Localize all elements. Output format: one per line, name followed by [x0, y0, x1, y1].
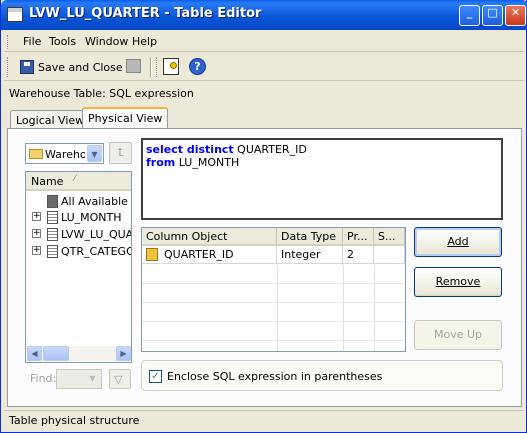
remove-button-label: Remove [435, 275, 481, 288]
properties-icon[interactable] [163, 58, 179, 75]
grid-empty-rows [142, 265, 405, 351]
sql-keyword: from [146, 156, 176, 169]
remove-button[interactable]: Remove [414, 267, 502, 297]
toolbar: Save and Close ? [4, 53, 524, 81]
column-header-type[interactable]: Data Type [277, 228, 343, 246]
table-tree[interactable]: Name ⁄ All Available Ta + LU_MONTH + LVW… [25, 171, 132, 363]
sql-expression-editor[interactable]: select distinct QUARTER_ID from LU_MONTH [141, 138, 503, 220]
title-bar[interactable]: LVW_LU_QUARTER - Table Editor _ □ ✕ [1, 0, 527, 30]
enclose-parentheses-label[interactable]: Enclose SQL expression in parentheses [167, 370, 382, 383]
add-button[interactable]: Add [414, 227, 502, 257]
table-editor-icon [7, 7, 23, 22]
menu-tools[interactable]: Tools [49, 35, 76, 48]
expand-icon[interactable]: + [32, 212, 41, 221]
warehouse-combo-value: Wareho [45, 148, 85, 161]
tab-logical-view[interactable]: Logical View [10, 110, 91, 130]
scroll-thumb[interactable] [43, 346, 69, 361]
menu-grip [7, 35, 10, 49]
help-icon[interactable]: ? [189, 58, 206, 75]
tree-item-label: All Available Ta [61, 195, 131, 208]
filter-icon: ▽ [114, 373, 123, 386]
menu-help[interactable]: Help [132, 35, 157, 48]
column-grid[interactable]: Column Object Data Type Pr... S... QUART… [141, 227, 406, 352]
sort-icon: ⁄ [74, 174, 76, 184]
warehouse-table-label: Warehouse Table: SQL expression [9, 87, 194, 100]
tree-header[interactable]: Name ⁄ [26, 172, 131, 191]
tree-item-label: QTR_CATEGOR [61, 245, 131, 258]
save-and-close-button[interactable]: Save and Close [20, 57, 123, 77]
sql-keyword: select distinct [146, 143, 234, 156]
chevron-down-icon[interactable]: ▼ [85, 371, 100, 387]
folder-icon [29, 149, 43, 159]
save-icon [20, 60, 34, 74]
all-tables-icon [47, 195, 58, 208]
menu-bar: File Tools Window Help [4, 32, 524, 52]
table-icon [47, 245, 58, 258]
table-icon [47, 211, 58, 224]
enclose-option-group: ✓ Enclose SQL expression in parentheses [141, 360, 503, 391]
move-up-button[interactable]: Move Up [414, 320, 502, 350]
grid-divider [343, 265, 344, 351]
horizontal-scrollbar[interactable]: ◀ ▶ [27, 346, 131, 361]
toolbar-grip-2 [156, 57, 159, 77]
column-header-object[interactable]: Column Object [142, 228, 277, 246]
save-and-close-label: Save and Close [38, 60, 123, 74]
scroll-right-icon[interactable]: ▶ [116, 346, 131, 361]
table-icon [47, 228, 58, 241]
cell-precision[interactable]: 2 [343, 246, 374, 264]
cell-scale[interactable] [374, 246, 405, 264]
expand-icon[interactable]: + [32, 229, 41, 238]
maximize-button[interactable]: □ [482, 5, 503, 26]
close-button[interactable]: ✕ [505, 5, 526, 26]
key-icon [146, 248, 158, 261]
edit-icon[interactable] [126, 59, 141, 73]
warehouse-combo[interactable]: Wareho ▼ [25, 143, 104, 164]
tree-item-label: LU_MONTH [61, 211, 122, 224]
toolbar-grip [7, 57, 10, 77]
sql-text: QUARTER_ID [233, 143, 307, 156]
grid-divider [374, 265, 375, 351]
cell-type[interactable]: Integer [277, 246, 343, 264]
up-folder-button[interactable]: ⮤ [109, 142, 132, 164]
table-row-object[interactable]: QUARTER_ID [142, 246, 277, 264]
toolbar-separator [150, 57, 152, 77]
enclose-parentheses-checkbox[interactable]: ✓ [149, 370, 162, 383]
menu-file[interactable]: File [23, 35, 41, 48]
add-button-label: Add [447, 235, 469, 248]
scroll-left-icon[interactable]: ◀ [27, 346, 42, 361]
filter-button[interactable]: ▽ [109, 369, 131, 389]
chevron-down-icon[interactable]: ▼ [87, 145, 102, 162]
sql-line-1: select distinct QUARTER_ID [146, 143, 498, 156]
window-title: LVW_LU_QUARTER - Table Editor [29, 6, 262, 21]
minimize-button[interactable]: _ [459, 5, 480, 26]
grid-divider [277, 265, 278, 351]
sql-line-2: from LU_MONTH [146, 156, 498, 169]
sql-text: LU_MONTH [175, 156, 240, 169]
cell-object: QUARTER_ID [164, 248, 234, 261]
find-combo[interactable]: ▼ [56, 369, 102, 389]
status-bar: Table physical structure [4, 410, 524, 430]
tree-item-label: LVW_LU_QUAR [61, 228, 131, 241]
move-up-button-label: Move Up [433, 328, 483, 341]
table-editor-window: LVW_LU_QUARTER - Table Editor _ □ ✕ File… [0, 0, 527, 433]
tree-header-name: Name [31, 175, 64, 188]
menu-window[interactable]: Window [85, 35, 128, 48]
find-label: Find: [30, 372, 57, 385]
expand-icon[interactable]: + [32, 246, 41, 255]
column-header-scale[interactable]: S... [374, 228, 405, 246]
column-header-precision[interactable]: Pr... [343, 228, 374, 246]
tab-physical-view[interactable]: Physical View [82, 107, 169, 129]
